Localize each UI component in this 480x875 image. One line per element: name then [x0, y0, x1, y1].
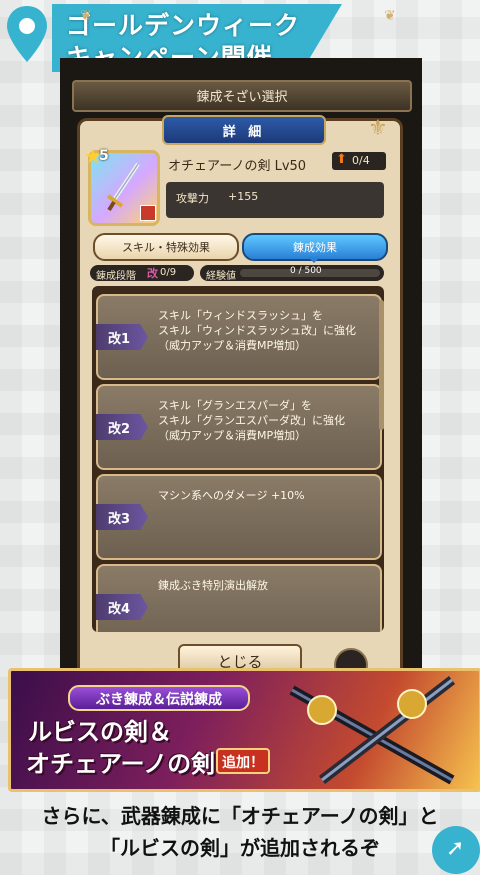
caption-line1: さらに、武器錬成に「オチェアーノの剣」と [41, 804, 439, 828]
stage-label: 錬成段階 [96, 271, 136, 282]
card-tag: 改3 [96, 504, 148, 530]
card-description: スキル「グランエスパーダ」を スキル「グランエスパーダ改」に強化 （威力アップ＆… [158, 399, 345, 442]
card-tag: 改2 [96, 414, 148, 440]
up-arrow-icon: ⬆ [336, 152, 347, 167]
plus-value-badge: ⬆ 0/4 [332, 152, 386, 170]
card-description: マシン系へのダメージ +10% [158, 489, 305, 502]
kai-icon: 改 [147, 267, 158, 280]
ornament-left-icon: ❦ [80, 8, 92, 24]
corner-ornament-icon: ⚜ [368, 116, 388, 141]
exp-label: 経験値 [206, 271, 236, 282]
detail-header: 詳 細 [162, 115, 326, 145]
stat-name: 攻撃力 [176, 192, 209, 205]
list-scrollbar[interactable] [379, 300, 384, 430]
card-description: 錬成ぶき特別演出解放 [158, 579, 268, 592]
card-tag-label: 改2 [108, 422, 131, 437]
card-tag: 改4 [96, 594, 148, 620]
plus-value: 0/4 [352, 154, 370, 167]
exp-value: 0 / 500 [290, 266, 322, 276]
tab-pointer [308, 257, 320, 263]
banner-category-label: ぶき錬成＆伝説錬成 [96, 692, 222, 708]
refine-effect-list[interactable]: 改1 スキル「ウィンドスラッシュ」を スキル「ウィンドスラッシュ改」に強化 （威… [92, 286, 384, 632]
banner-category-pill: ぶき錬成＆伝説錬成 [68, 685, 250, 711]
weapon-type-badge [140, 205, 156, 221]
banner-title-line1: ルビスの剣＆ [28, 718, 172, 746]
rarity-value: 5 [99, 148, 109, 164]
banner-add-label: 追加！ [222, 755, 264, 771]
list-item[interactable]: 改4 錬成ぶき特別演出解放 [96, 564, 382, 632]
ornament-right-icon: ❦ [384, 8, 396, 24]
card-tag-label: 改3 [108, 512, 131, 527]
stage-value: 0/9 [160, 267, 177, 278]
screen-title-bar: 錬成そざい選択 [72, 80, 412, 112]
card-tag-label: 改1 [108, 332, 131, 347]
card-description: スキル「ウィンドスラッシュ」を スキル「ウィンドスラッシュ改」に強化 （威力アッ… [158, 309, 356, 352]
banner-title-line2: オチェアーノの剣 [26, 750, 216, 778]
tab-skill-effects-label: スキル・特殊効果 [122, 241, 210, 254]
banner-add-badge: 追加！ [216, 748, 270, 774]
header-title-line1: ゴールデンウィーク [66, 11, 301, 40]
card-tag: 改1 [96, 324, 148, 350]
list-item[interactable]: 改3 マシン系へのダメージ +10% [96, 474, 382, 560]
list-item[interactable]: 改1 スキル「ウィンドスラッシュ」を スキル「ウィンドスラッシュ改」に強化 （威… [96, 294, 382, 380]
caption-line2: 「ルビスの剣」が追加されるぞ [100, 836, 380, 860]
weapon-name: オチェアーノの剣 Lv50 [168, 159, 307, 174]
tab-refine-effects-label: 錬成効果 [293, 241, 337, 254]
tab-skill-effects[interactable]: スキル・特殊効果 [93, 233, 239, 261]
detail-header-label: 詳 細 [222, 125, 266, 140]
compass-icon: ➚ [432, 826, 480, 874]
crossed-swords-icon [289, 676, 456, 785]
sword-icon [106, 162, 140, 212]
tab-refine-effects[interactable]: 錬成効果 [242, 233, 388, 263]
card-tag-label: 改4 [108, 602, 131, 617]
list-item[interactable]: 改2 スキル「グランエスパーダ」を スキル「グランエスパーダ改」に強化 （威力ア… [96, 384, 382, 470]
screen-title: 錬成そざい選択 [196, 90, 288, 105]
map-pin-icon [7, 6, 47, 62]
stat-value: +155 [228, 190, 259, 203]
